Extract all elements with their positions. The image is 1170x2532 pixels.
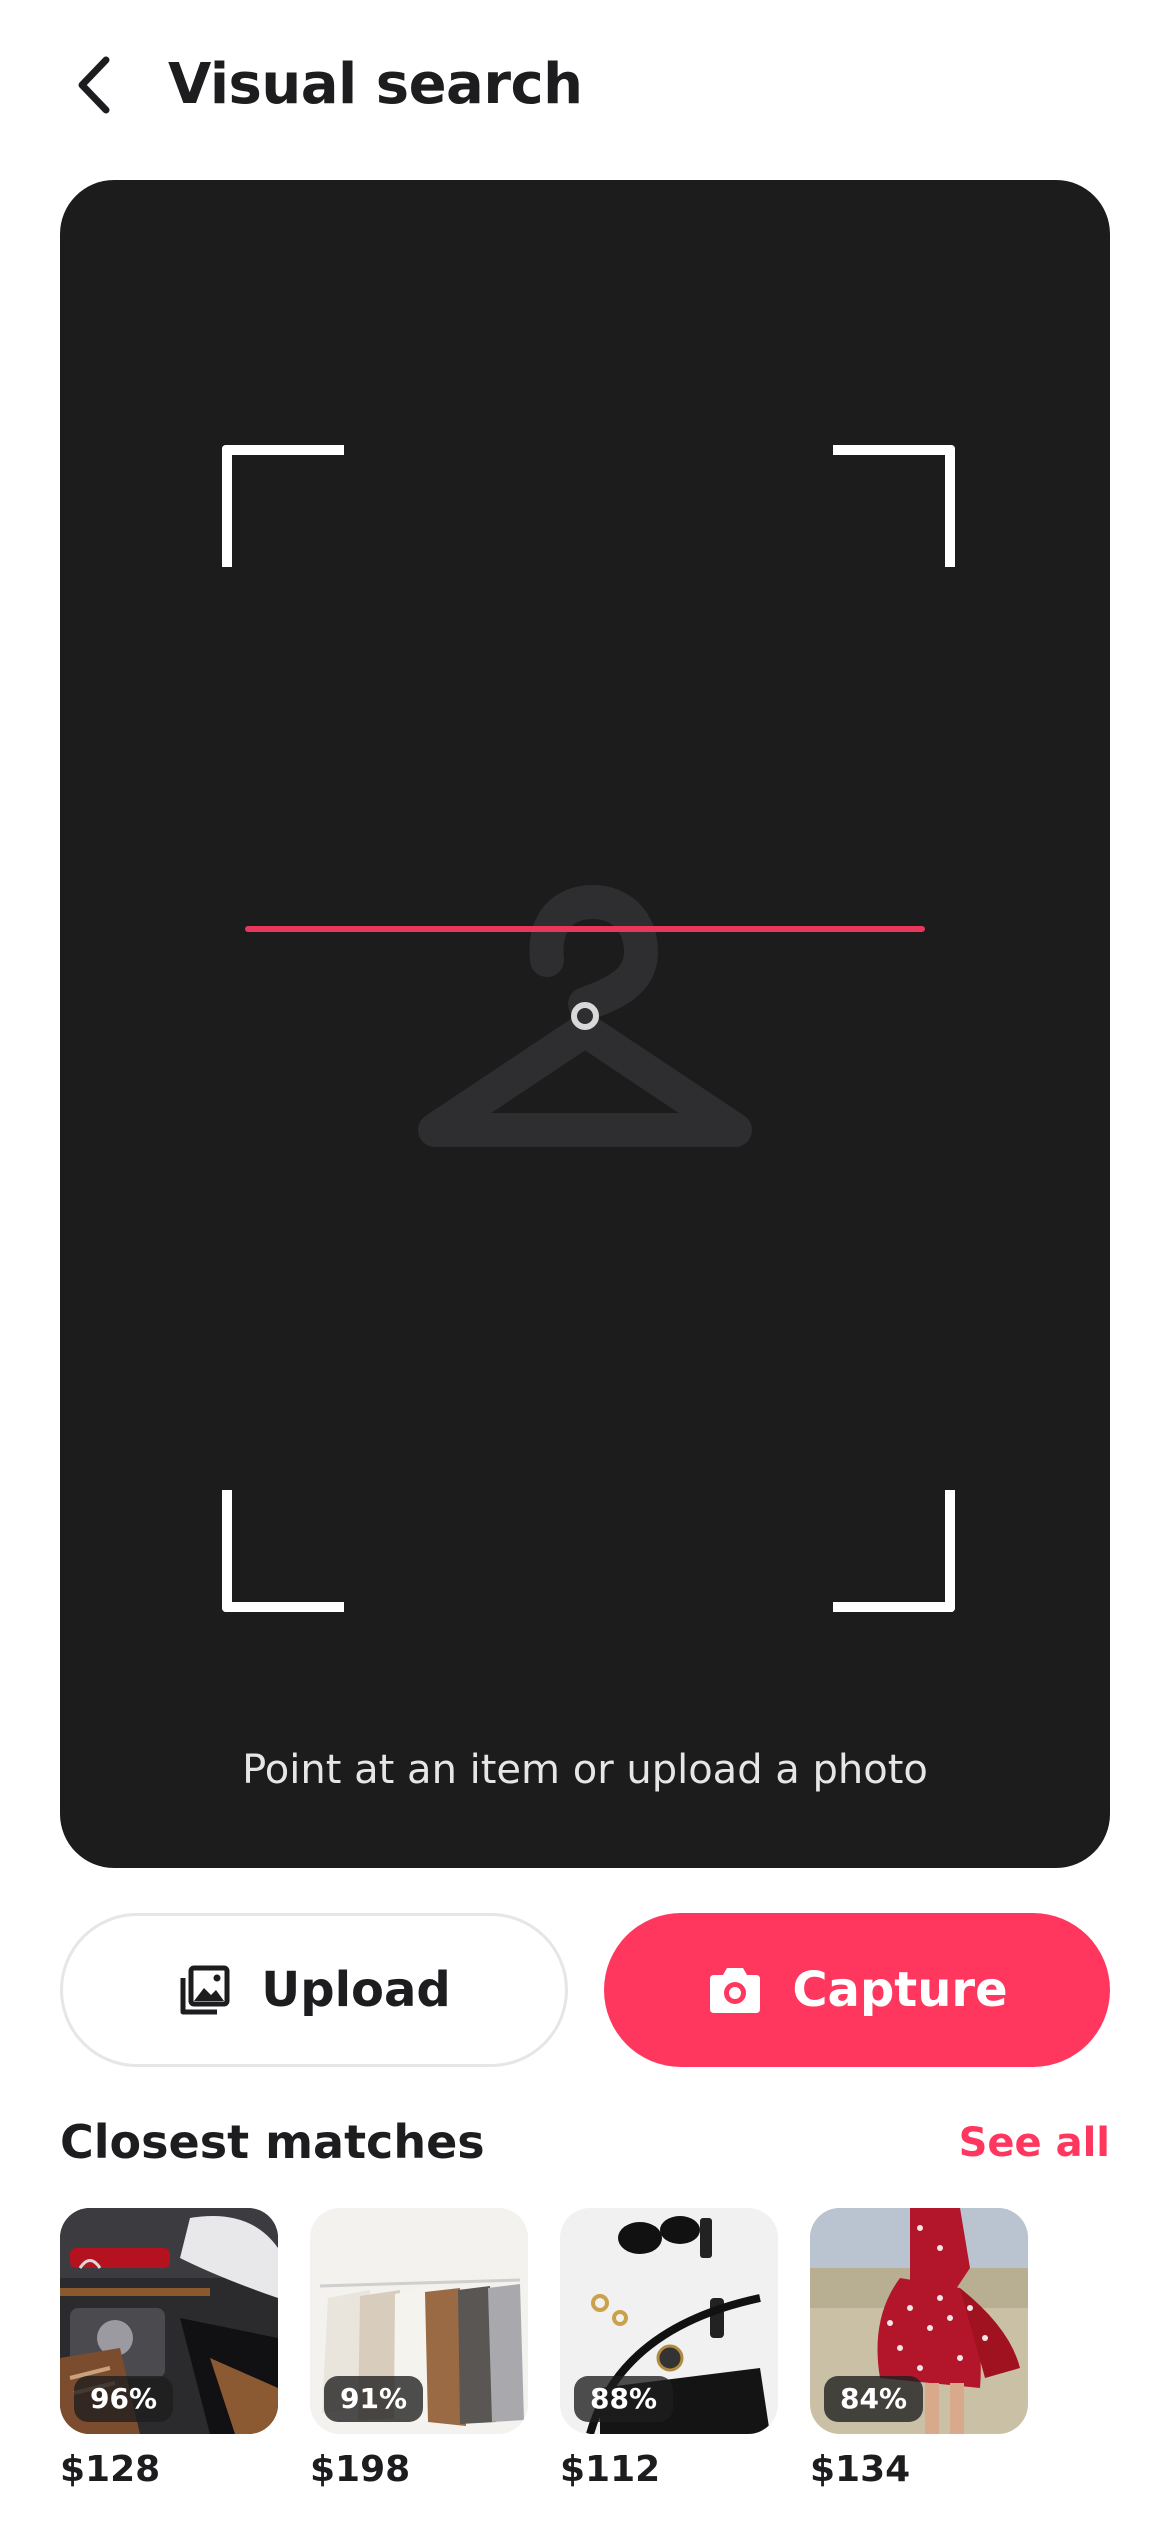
match-price: $198 — [310, 2449, 411, 2490]
capture-button[interactable]: Capture — [604, 1913, 1110, 2067]
match-percentage-badge: 91% — [324, 2376, 424, 2422]
match-percentage-badge: 84% — [824, 2376, 924, 2422]
product-image: 84% — [810, 2208, 1028, 2434]
product-image: 88% — [560, 2208, 778, 2434]
capture-label: Capture — [792, 1962, 1008, 2018]
match-card[interactable]: 91% $198 — [310, 2208, 528, 2492]
page-title: Visual search — [168, 52, 583, 117]
product-image: 91% — [310, 2208, 528, 2434]
frame-corner-bottom-left — [222, 1490, 344, 1612]
match-card[interactable]: 88% $112 — [560, 2208, 778, 2492]
match-card[interactable]: 84% $134 — [810, 2208, 1028, 2492]
camera-viewfinder[interactable]: Point at an item or upload a photo — [60, 180, 1110, 1868]
upload-button[interactable]: Upload — [60, 1913, 568, 2067]
frame-corner-bottom-right — [833, 1490, 955, 1612]
scan-line — [245, 926, 925, 932]
match-price: $134 — [810, 2449, 911, 2490]
section-title: Closest matches — [60, 2115, 485, 2169]
camera-icon — [710, 1968, 761, 2013]
back-button[interactable] — [60, 50, 130, 120]
match-percentage-badge: 96% — [74, 2376, 174, 2422]
frame-corner-top-left — [222, 445, 344, 567]
upload-label: Upload — [261, 1962, 451, 2018]
match-price: $128 — [60, 2449, 161, 2490]
app-header: Visual search — [0, 0, 1170, 170]
hanger-icon — [418, 884, 752, 1147]
match-price: $112 — [560, 2449, 661, 2490]
match-percentage-badge: 88% — [574, 2376, 674, 2422]
frame-corner-top-right — [833, 445, 955, 567]
product-image: 96% — [60, 2208, 278, 2434]
see-all-link[interactable]: See all — [959, 2115, 1110, 2171]
match-card[interactable]: 96% $128 — [60, 2208, 278, 2492]
viewfinder-hint: Point at an item or upload a photo — [242, 1747, 928, 1793]
chevron-left-icon — [78, 56, 110, 114]
image-gallery-icon — [180, 1965, 230, 2015]
